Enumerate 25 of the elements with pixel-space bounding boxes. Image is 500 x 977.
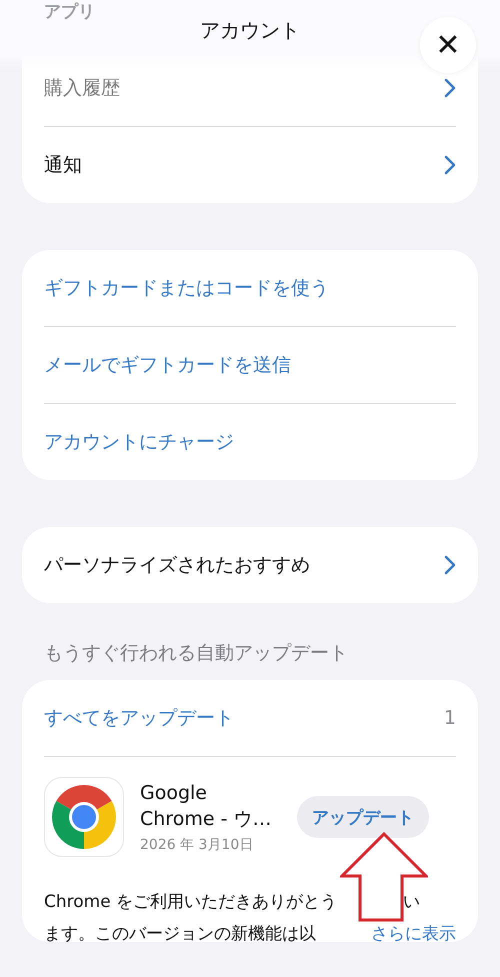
section-title: アプリ [44,2,95,22]
arrow-icon [340,832,428,922]
chevron-icon [444,78,456,98]
item-label: パーソナライズされたおすすめ [44,553,310,578]
chevron-icon [444,555,456,575]
app-icon[interactable] [44,777,124,857]
description-text: ます。このバージョンの新機能は以 [44,922,316,944]
update-date: 2026 年 3月10日 [140,836,254,854]
close-button[interactable]: ✕ [420,17,476,73]
section-heading: もうすぐ行われる自動アップデート [44,641,349,666]
description-text: Chrome をご利用いただきありがとう [44,890,338,912]
action-link[interactable]: ギフトカードまたはコードを使う [44,275,329,301]
action-link[interactable]: メールでギフトカードを送信 [44,352,291,378]
description-text: い [403,890,420,912]
update-button[interactable]: アップデート [297,796,429,838]
list-item[interactable]: 通知 [44,127,456,203]
sheet-title: アカウント [200,16,300,44]
item-label: 購入履歴 [44,76,120,101]
app-name: Google Chrome - ウ… [140,781,272,832]
update-all-link[interactable]: すべてをアップデート [44,705,234,731]
item-label: 通知 [44,153,82,178]
chevron-icon [444,155,456,175]
action-link[interactable]: アカウントにチャージ [44,429,234,455]
more-link[interactable]: さらに表示 [371,922,456,944]
update-count: 1 [444,707,456,729]
